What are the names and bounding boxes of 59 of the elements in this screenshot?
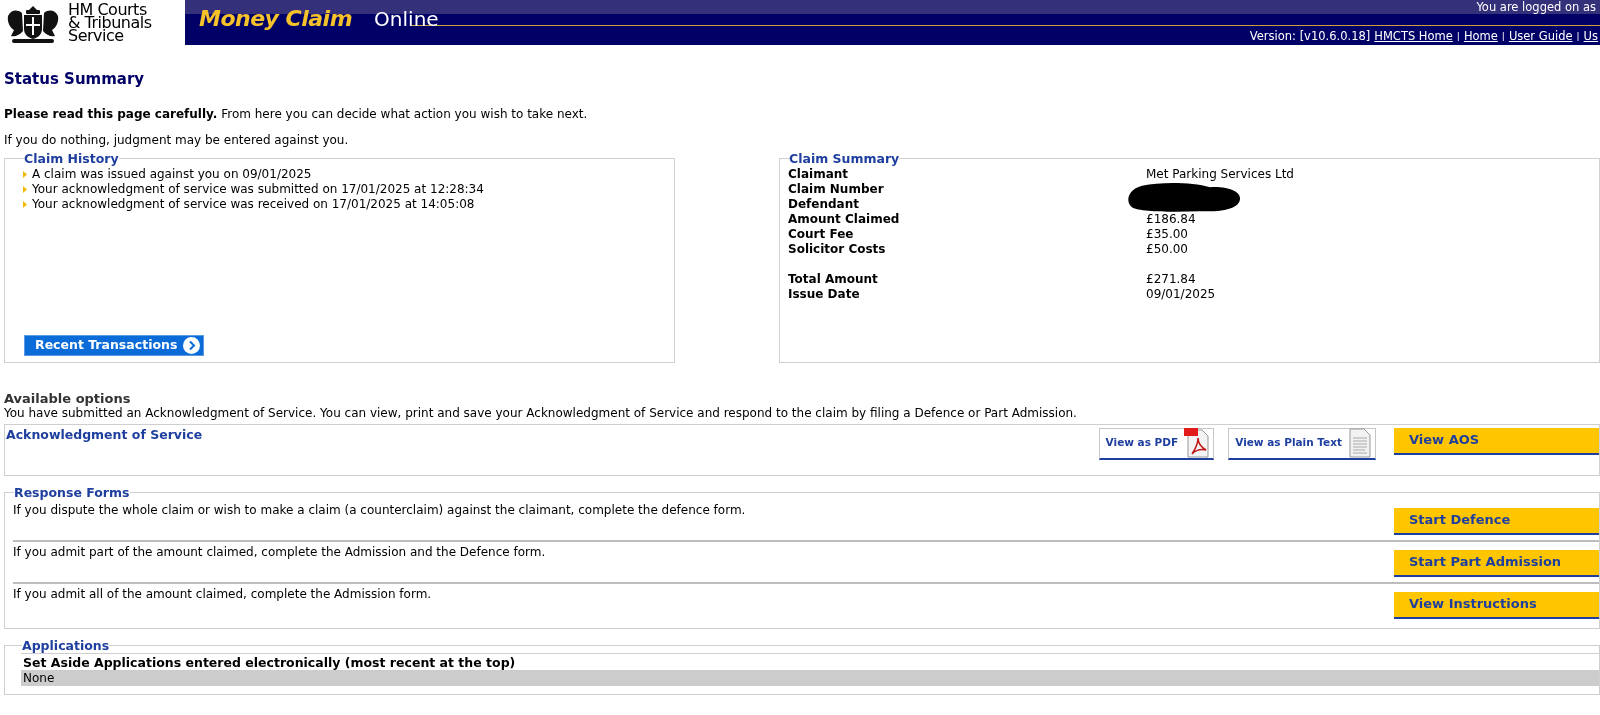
field-label: Amount Claimed bbox=[788, 211, 901, 227]
field-value: £186.84 bbox=[1146, 211, 1196, 227]
brand-title: Money Claim bbox=[199, 6, 353, 32]
chevron-right-icon bbox=[183, 336, 201, 354]
section-title: Response Forms bbox=[14, 485, 130, 500]
bullet-icon bbox=[23, 185, 27, 193]
recent-transactions-button[interactable]: Recent Transactions bbox=[24, 334, 205, 356]
page-title: Status Summary bbox=[4, 69, 146, 90]
bullet-icon bbox=[23, 200, 27, 208]
logo-text: & Tribunals bbox=[68, 16, 152, 29]
field-label: Defendant bbox=[788, 196, 860, 212]
field-label: Total Amount bbox=[788, 271, 879, 287]
document-icon bbox=[1348, 428, 1372, 458]
login-status: You are logged on as bbox=[1476, 0, 1596, 14]
history-event: Your acknowledgment of service was submitted on 17/01/2025 at 12:28:34 bbox=[32, 181, 484, 197]
section-title: Claim Summary bbox=[789, 151, 900, 166]
logo-text: Service bbox=[68, 29, 124, 42]
view-aos-button[interactable]: View AOS bbox=[1394, 427, 1599, 455]
field-label: Solicitor Costs bbox=[788, 241, 887, 257]
response-button[interactable]: Start Defence bbox=[1394, 507, 1599, 535]
pdf-file-icon bbox=[1184, 428, 1211, 458]
response-text: If you admit all of the amount claimed, complete the Admission form. bbox=[13, 585, 432, 603]
header-link[interactable]: Us bbox=[1583, 28, 1598, 46]
history-event: Your acknowledgment of service was received on 17/01/2025 at 14:05:08 bbox=[32, 196, 475, 212]
response-button[interactable]: View Instructions bbox=[1394, 591, 1599, 619]
section-title: Applications bbox=[22, 638, 110, 653]
response-text: If you admit part of the amount claimed, complete the Admission and the Defence form. bbox=[13, 543, 546, 561]
response-button[interactable]: Start Part Admission bbox=[1394, 549, 1599, 577]
link-separator: | bbox=[1576, 29, 1580, 43]
logo-text: HM Courts bbox=[68, 3, 147, 16]
field-label: Court Fee bbox=[788, 226, 855, 242]
header-link[interactable]: HMCTS Home bbox=[1374, 28, 1453, 46]
version-label: Version: [v10.6.0.18] bbox=[1249, 28, 1371, 45]
table-cell: None bbox=[21, 669, 1599, 686]
field-label: Claimant bbox=[788, 166, 849, 182]
field-value: £271.84 bbox=[1146, 271, 1196, 287]
header-link[interactable]: Home bbox=[1463, 28, 1498, 46]
warning-text: If you do nothing, judgment may be entered against you. bbox=[4, 131, 350, 149]
section-heading: Available options bbox=[4, 390, 132, 406]
field-value: Met Parking Services Ltd bbox=[1146, 166, 1294, 182]
intro-text: Please read this page carefully. From here you can decide what action you wish to take next. bbox=[4, 105, 589, 123]
brand-subtitle: Online bbox=[374, 6, 439, 32]
field-value: £50.00 bbox=[1146, 241, 1188, 257]
header-link[interactable]: User Guide bbox=[1508, 28, 1573, 46]
link-separator: | bbox=[1501, 29, 1505, 43]
field-value: £35.00 bbox=[1146, 226, 1188, 242]
section-title: Acknowledgment of Service bbox=[6, 427, 203, 442]
view-pdf-button[interactable]: View as PDF bbox=[1098, 427, 1215, 460]
field-label: Claim Number bbox=[788, 181, 885, 197]
options-text: You have submitted an Acknowledgment of Service. You can view, print and save your Acknowledgment of Service and respond to the claim by filing a Defence or Part Admission. bbox=[4, 405, 1078, 420]
bullet-icon bbox=[23, 170, 27, 178]
field-value: 09/01/2025 bbox=[1146, 286, 1216, 302]
link-separator: | bbox=[1456, 29, 1460, 43]
history-event: A claim was issued against you on 09/01/2025 bbox=[32, 166, 312, 182]
view-text-button[interactable]: View as Plain Text bbox=[1228, 427, 1376, 460]
field-label: Issue Date bbox=[788, 286, 861, 302]
table-heading: Set Aside Applications entered electronically (most recent at the top) bbox=[22, 654, 517, 670]
section-title: Claim History bbox=[24, 151, 119, 166]
response-text: If you dispute the whole claim or wish to make a claim (a counterclaim) against the claimant, complete the defence form. bbox=[13, 501, 746, 519]
